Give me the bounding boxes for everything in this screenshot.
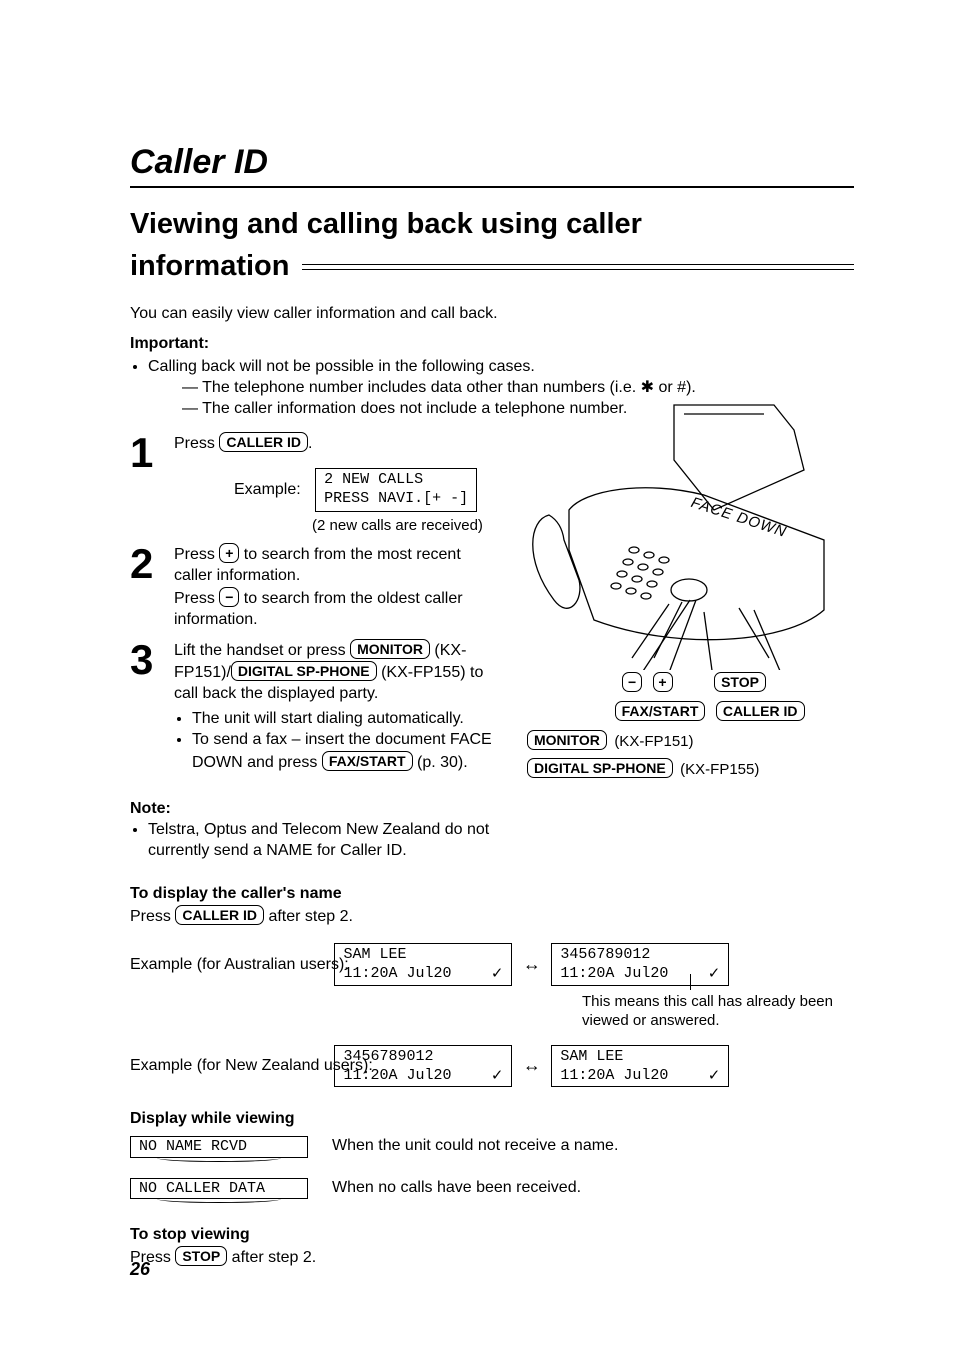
note-bullet: Telstra, Optus and Telecom New Zealand d… bbox=[148, 820, 490, 862]
example-au-label: Example (for Australian users): bbox=[130, 955, 330, 976]
display-while-heading: Display while viewing bbox=[130, 1109, 854, 1130]
device-fax-start-key: FAX/START bbox=[615, 701, 706, 721]
lcd-au-num-l1: 3456789012 bbox=[560, 946, 650, 963]
device-stop-key: STOP bbox=[714, 672, 766, 692]
check-icon: ✓ bbox=[491, 965, 504, 984]
lcd-nz-name-l1: SAM LEE bbox=[560, 1048, 623, 1065]
device-minus-key: − bbox=[622, 672, 642, 692]
lcd-no-data: NO CALLER DATA bbox=[130, 1178, 308, 1200]
step-1-dot: . bbox=[308, 435, 312, 452]
lcd-line2: PRESS NAVI.[+ -] bbox=[324, 490, 468, 507]
lcd-nz-name-l2: 11:20A Jul20 bbox=[560, 1067, 668, 1084]
no-data-desc: When no calls have been received. bbox=[332, 1178, 581, 1199]
example-nz-label: Example (for New Zealand users): bbox=[130, 1056, 330, 1077]
device-dsp-key: DIGITAL SP-PHONE bbox=[527, 758, 673, 778]
page-number: 26 bbox=[130, 1258, 150, 1281]
fax-start-key: FAX/START bbox=[322, 751, 413, 771]
step-1-caption: (2 new calls are received) bbox=[312, 516, 500, 536]
important-bullet-text: Calling back will not be possible in the… bbox=[148, 358, 535, 375]
lcd-au-name-l1: SAM LEE bbox=[343, 946, 406, 963]
step-2-line2a: Press bbox=[174, 590, 219, 607]
lcd-au-num-l2: 11:20A Jul20 bbox=[560, 965, 668, 982]
step-3-line1a: Lift the handset or press bbox=[174, 642, 350, 659]
device-plus-key: + bbox=[653, 672, 673, 692]
minus-key: − bbox=[219, 587, 239, 607]
note-heading: Note: bbox=[130, 799, 854, 820]
lcd-nz-num-l2: 11:20A Jul20 bbox=[343, 1067, 451, 1084]
heading-rule bbox=[302, 264, 855, 270]
step-3-bullet1: The unit will start dialing automaticall… bbox=[192, 709, 500, 730]
lcd-nz-num: 3456789012 11:20A Jul20 ✓ bbox=[334, 1045, 512, 1088]
step-1-number: 1 bbox=[130, 432, 174, 474]
step-2-line1a: Press bbox=[174, 546, 219, 563]
plus-key: + bbox=[219, 543, 239, 563]
lcd-no-name: NO NAME RCVD bbox=[130, 1136, 308, 1158]
checkmark-note: This means this call has already been vi… bbox=[582, 992, 842, 1031]
caller-name-heading: To display the caller's name bbox=[130, 884, 854, 905]
dsp-model: (KX-FP155) bbox=[680, 761, 759, 778]
fax-machine-icon bbox=[524, 400, 864, 670]
no-name-desc: When the unit could not receive a name. bbox=[332, 1136, 618, 1157]
intro-text: You can easily view caller information a… bbox=[130, 304, 854, 325]
star-icon: ✱ bbox=[641, 379, 654, 396]
fax-device-illustration: FACE DOWN bbox=[524, 400, 864, 677]
lcd-nz-num-l1: 3456789012 bbox=[343, 1048, 433, 1065]
lcd-display: 2 NEW CALLS PRESS NAVI.[+ -] bbox=[315, 468, 477, 512]
caller-name-after: after step 2. bbox=[264, 908, 353, 925]
important-sub1-text: The telephone number includes data other… bbox=[202, 379, 641, 396]
example-label: Example: bbox=[234, 481, 301, 498]
page-title: Caller ID bbox=[130, 140, 854, 188]
stop-viewing-heading: To stop viewing bbox=[130, 1225, 854, 1246]
double-arrow-icon: ↔ bbox=[523, 953, 541, 976]
check-icon-2: ✓ bbox=[708, 965, 721, 984]
digital-sp-phone-key: DIGITAL SP-PHONE bbox=[231, 661, 377, 681]
device-monitor-key: MONITOR bbox=[527, 730, 607, 750]
step-3: 3 Lift the handset or press MONITOR (KX-… bbox=[130, 639, 500, 786]
stop-after: after step 2. bbox=[227, 1249, 316, 1266]
monitor-key: MONITOR bbox=[350, 639, 430, 659]
step-1-press: Press bbox=[174, 435, 219, 452]
caller-id-key: CALLER ID bbox=[219, 432, 308, 452]
lcd-au-name-l2: 11:20A Jul20 bbox=[343, 965, 451, 982]
lcd-au-name: SAM LEE 11:20A Jul20 ✓ bbox=[334, 943, 512, 986]
step-2-number: 2 bbox=[130, 543, 174, 585]
step-3-bullet2: To send a fax – insert the document FACE… bbox=[192, 730, 500, 774]
section-heading-line1: Viewing and calling back using caller bbox=[130, 206, 854, 244]
section-heading-line2: information bbox=[130, 248, 302, 286]
lcd-au-num: 3456789012 11:20A Jul20 ✓ bbox=[551, 943, 729, 986]
step-3-number: 3 bbox=[130, 639, 174, 681]
step-1: 1 Press CALLER ID. Example: 2 NEW CALLS … bbox=[130, 432, 500, 536]
check-icon-3: ✓ bbox=[491, 1067, 504, 1086]
important-sub1: The telephone number includes data other… bbox=[182, 378, 854, 399]
monitor-model: (KX-FP151) bbox=[614, 733, 693, 750]
caller-name-press: Press bbox=[130, 908, 175, 925]
lcd-line1: 2 NEW CALLS bbox=[324, 471, 423, 488]
step-3-b2b: (p. 30). bbox=[413, 754, 468, 771]
stop-key: STOP bbox=[175, 1246, 227, 1266]
double-arrow-icon-2: ↔ bbox=[523, 1054, 541, 1077]
check-icon-4: ✓ bbox=[708, 1067, 721, 1086]
important-sub1-tail: or #). bbox=[654, 379, 696, 396]
device-caller-id-key: CALLER ID bbox=[716, 701, 805, 721]
step-2: 2 Press + to search from the most recent… bbox=[130, 543, 500, 630]
important-label: Important: bbox=[130, 334, 854, 355]
caller-id-key-2: CALLER ID bbox=[175, 905, 264, 925]
lcd-nz-name: SAM LEE 11:20A Jul20 ✓ bbox=[551, 1045, 729, 1088]
